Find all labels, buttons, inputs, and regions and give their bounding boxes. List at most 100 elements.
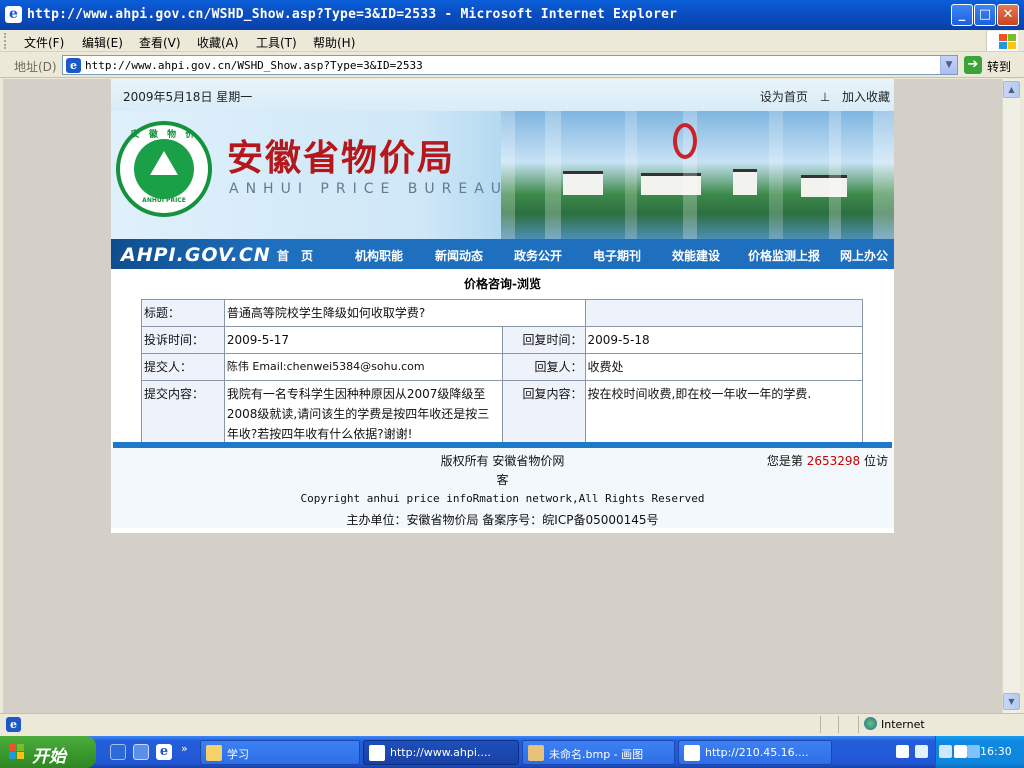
window-right-edge bbox=[1020, 79, 1024, 713]
task-ie-ahpi[interactable]: http://www.ahpi.... bbox=[363, 740, 519, 765]
zone-label: Internet bbox=[881, 718, 925, 731]
replier-label: 回复人： bbox=[501, 353, 586, 381]
title-bar[interactable]: e http://www.ahpi.gov.cn/WSHD_Show.asp?T… bbox=[0, 0, 1024, 30]
paint-icon bbox=[528, 745, 544, 761]
nav-home[interactable]: 首 页 bbox=[277, 247, 313, 264]
nav-public-affairs[interactable]: 政务公开 bbox=[514, 247, 562, 264]
submitter-value: 陈伟 Email:chenwei5384@sohu.com bbox=[223, 353, 503, 381]
page-icon: e bbox=[66, 58, 81, 73]
visitor-prefix: 您是第 bbox=[766, 454, 803, 468]
address-label: 地址(D) bbox=[14, 60, 57, 74]
ie-quicklaunch-icon[interactable]: e bbox=[156, 744, 172, 760]
ie-icon: e bbox=[5, 6, 22, 23]
menu-view[interactable]: 查看(V) bbox=[139, 34, 181, 51]
task-ie-210[interactable]: http://210.45.16.... bbox=[678, 740, 832, 765]
menu-edit[interactable]: 编辑(E) bbox=[82, 34, 123, 51]
reply-label: 回复内容： bbox=[501, 380, 586, 448]
menu-help[interactable]: 帮助(H) bbox=[313, 34, 355, 51]
visitor-suffix: 位访 bbox=[863, 454, 888, 468]
task-folder[interactable]: 学习 bbox=[200, 740, 360, 765]
table-row: 标题： 普通高等院校学生降级如何收取学费? bbox=[141, 299, 864, 327]
arrow-left-icon[interactable] bbox=[939, 745, 952, 758]
complaint-time-label: 投诉时间： bbox=[141, 326, 225, 354]
table-row: 投诉时间： 2009-5-17 回复时间： 2009-5-18 bbox=[141, 326, 864, 354]
address-input[interactable]: e http://www.ahpi.gov.cn/WSHD_Show.asp?T… bbox=[62, 55, 958, 75]
subject-label: 标题： bbox=[141, 299, 225, 327]
reply-value: 按在校时间收费,即在校一年收一年的学费. bbox=[584, 380, 864, 448]
dropdown-arrow-icon[interactable]: ▼ bbox=[940, 56, 957, 74]
banner-photo-collage bbox=[501, 111, 894, 239]
volume-icon[interactable] bbox=[954, 745, 967, 758]
tray-misc-icon[interactable] bbox=[915, 745, 928, 758]
maximize-button[interactable]: □ bbox=[974, 4, 996, 26]
close-button[interactable]: ✕ bbox=[997, 4, 1019, 26]
network-icon[interactable] bbox=[967, 745, 980, 758]
current-date: 2009年5月18日 星期一 bbox=[123, 90, 253, 104]
visitor-wrap: 客 bbox=[496, 473, 509, 487]
visitor-counter: 您是第 2653298 位访 bbox=[767, 452, 888, 469]
close-icon: ✕ bbox=[1002, 7, 1014, 22]
maximize-icon: □ bbox=[978, 7, 992, 22]
page-footer: 版权所有 安徽省物价网 您是第 2653298 位访 客 Copyright a… bbox=[111, 448, 894, 528]
toolbar-grip[interactable] bbox=[4, 33, 7, 49]
menu-tools[interactable]: 工具(T) bbox=[256, 34, 297, 51]
status-bar: e Internet bbox=[0, 713, 1024, 735]
nav-e-journal[interactable]: 电子期刊 bbox=[593, 247, 641, 264]
sponsor-info: 主办单位：安徽省物价局 备案序号：皖ICP备05000145号 bbox=[346, 513, 659, 527]
address-url[interactable]: http://www.ahpi.gov.cn/WSHD_Show.asp?Typ… bbox=[85, 59, 423, 72]
subject-value: 普通高等院校学生降级如何收取学费? bbox=[223, 299, 586, 327]
start-label: 开始 bbox=[32, 747, 66, 767]
nav-news[interactable]: 新闻动态 bbox=[435, 247, 483, 264]
go-arrow-icon: ➔ bbox=[964, 56, 982, 74]
security-zone: Internet bbox=[864, 717, 925, 731]
start-button[interactable]: 开始 bbox=[0, 736, 96, 768]
ie-task-icon bbox=[369, 745, 385, 761]
show-desktop-icon[interactable] bbox=[133, 744, 149, 760]
quicklaunch-chevron-icon[interactable]: » bbox=[181, 742, 188, 755]
add-favorite-link[interactable]: 加入收藏 bbox=[842, 90, 890, 104]
domain-logo: AHPI.GOV.CN bbox=[111, 239, 271, 269]
system-tray: 16:30 bbox=[935, 736, 1024, 768]
link-divider: ⊥ bbox=[819, 90, 831, 104]
nav-efficiency[interactable]: 效能建设 bbox=[672, 247, 720, 264]
vertical-scrollbar[interactable]: ▲ ▼ bbox=[1002, 79, 1020, 713]
reply-time-value: 2009-5-18 bbox=[584, 326, 864, 354]
scroll-down-button[interactable]: ▼ bbox=[1003, 693, 1020, 710]
help-icon[interactable] bbox=[896, 745, 909, 758]
menu-file[interactable]: 文件(F) bbox=[24, 34, 64, 51]
globe-icon bbox=[864, 717, 877, 730]
go-label: 转到 bbox=[987, 60, 1012, 74]
set-homepage-link[interactable]: 设为首页 bbox=[760, 90, 808, 104]
complaint-time-value: 2009-5-17 bbox=[223, 326, 503, 354]
taskbar: 开始 e » 学习 http://www.ahpi.... 未命名.bmp - … bbox=[0, 736, 1024, 768]
browser-viewport: 2009年5月18日 星期一 设为首页 ⊥ 加入收藏 安 徽 物 价 ANHUI… bbox=[3, 79, 1002, 713]
seal-bottom-text: ANHUI PRICE bbox=[142, 197, 186, 204]
nav-functions[interactable]: 机构职能 bbox=[355, 247, 403, 264]
page-top-line: 2009年5月18日 星期一 设为首页 ⊥ 加入收藏 bbox=[111, 79, 894, 111]
site-title-cn: 安徽省物价局 bbox=[227, 137, 456, 179]
visitor-count: 2653298 bbox=[806, 454, 861, 468]
minimize-button[interactable]: _ bbox=[951, 4, 973, 26]
content-heading: 价格咨询-浏览 bbox=[464, 277, 541, 291]
content-value: 我院有一名专科学生因种种原因从2007级降级至2008级就读,请问该生的学费是按… bbox=[223, 380, 503, 448]
site-banner: 安 徽 物 价 ANHUI PRICE 安徽省物价局 ANHUI PRICE B… bbox=[111, 111, 894, 239]
menu-bar: 文件(F) 编辑(E) 查看(V) 收藏(A) 工具(T) 帮助(H) bbox=[0, 30, 1024, 52]
windows-logo-icon bbox=[986, 31, 1018, 51]
subject-empty-cell bbox=[584, 299, 864, 327]
copyright-en: Copyright anhui price infoRmation networ… bbox=[300, 492, 705, 505]
nav-price-report[interactable]: 价格监测上报 bbox=[748, 247, 820, 264]
table-row: 提交人： 陈伟 Email:chenwei5384@sohu.com 回复人： … bbox=[141, 353, 864, 381]
windows-flag-icon bbox=[9, 744, 25, 760]
media-player-icon[interactable] bbox=[110, 744, 126, 760]
scroll-up-button[interactable]: ▲ bbox=[1003, 81, 1020, 98]
site-title-en: ANHUI PRICE BUREAU bbox=[229, 181, 509, 197]
status-page-icon: e bbox=[6, 717, 21, 732]
bureau-seal-logo: 安 徽 物 价 ANHUI PRICE bbox=[116, 121, 212, 217]
ie-task-icon bbox=[684, 745, 700, 761]
consultation-table: 标题： 普通高等院校学生降级如何收取学费? 投诉时间： 2009-5-17 回复… bbox=[141, 299, 864, 448]
task-paint[interactable]: 未命名.bmp - 画图 bbox=[522, 740, 675, 765]
menu-favorites[interactable]: 收藏(A) bbox=[197, 34, 239, 51]
replier-value: 收费处 bbox=[584, 353, 864, 381]
minimize-icon: _ bbox=[958, 7, 966, 22]
nav-online-office[interactable]: 网上办公 bbox=[840, 247, 888, 264]
